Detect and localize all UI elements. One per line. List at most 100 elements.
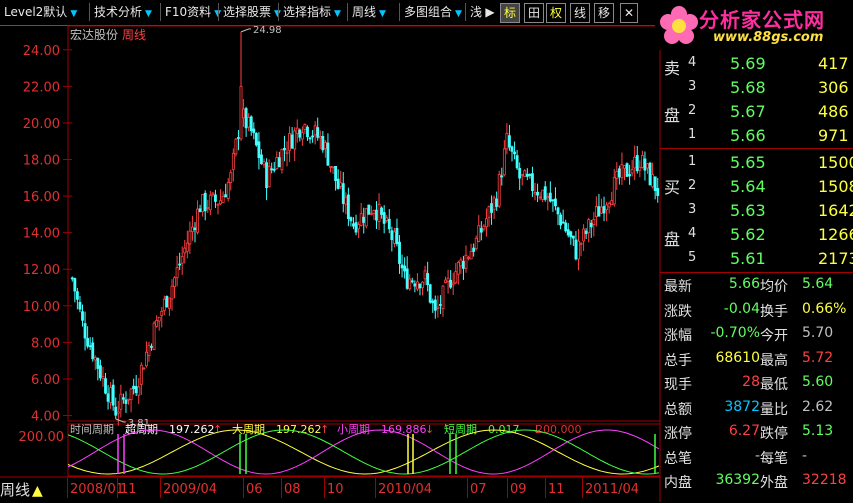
cycle-wave-minor [67, 429, 660, 475]
indicator-item-value: 197.262 [276, 423, 322, 436]
candle-body [260, 154, 263, 165]
candle-body [579, 242, 583, 245]
candle-body [290, 134, 294, 149]
candle-body [510, 146, 514, 152]
candle-body [262, 161, 266, 166]
candle-body [597, 206, 601, 217]
sell-volume: 417 [818, 54, 849, 73]
candle-body [216, 203, 220, 206]
candle-body [252, 128, 256, 133]
period-button[interactable]: 周线 ▲ [0, 478, 43, 502]
quote-row: 现手 28 最低 5.60 [660, 374, 853, 396]
candle-body [428, 284, 432, 303]
logo: 分析家公式网 www.88gs.com [655, 0, 853, 50]
candle-body [525, 173, 529, 177]
quote-label: 总手 [664, 352, 692, 369]
candle-body [185, 242, 189, 252]
candle-body [162, 298, 166, 311]
y-tick-label: 10.00 [23, 300, 60, 315]
candle-body [331, 166, 335, 169]
candle-body [364, 208, 368, 227]
candle-body [490, 203, 493, 213]
candle-body [336, 178, 340, 189]
candle-body [385, 217, 389, 221]
candle-body [474, 237, 478, 250]
quote-row: 涨停 6.27 跌停 5.13 [660, 423, 853, 445]
candle-body [410, 280, 414, 283]
candle-body [303, 124, 307, 130]
candle-body [449, 279, 453, 288]
quote-value: 5.60 [802, 374, 834, 390]
candle-body [83, 323, 87, 339]
candle-body [423, 270, 427, 280]
candle-body [283, 147, 286, 151]
candle-body [244, 108, 248, 129]
candle-body [464, 254, 468, 269]
candle-body [612, 177, 616, 205]
candle-body [405, 268, 409, 289]
candle-body [382, 212, 386, 224]
candle-body [479, 228, 483, 233]
candle-body [139, 364, 143, 385]
quote-row: 涨幅 -0.70% 今开 5.70 [660, 325, 853, 347]
x-tick-label: 07 [470, 482, 487, 497]
x-tick-label: 10 [327, 482, 344, 497]
candle-body [75, 291, 79, 300]
candle-body [541, 189, 545, 200]
candle-body [561, 221, 565, 224]
candle-body [625, 163, 629, 177]
quote-row: 总笔 - 每笔 - [660, 448, 853, 470]
quote-label: 总笔 [664, 450, 692, 467]
candle-body [265, 162, 268, 189]
candle-body [446, 277, 450, 283]
quote-value: 5.70 [802, 325, 834, 341]
indicator-item-value: 169.886 [381, 423, 427, 436]
quote-value: 6.27 [728, 423, 760, 439]
candle-body [160, 311, 164, 316]
low-marker-line [115, 418, 126, 423]
candle-body [249, 116, 253, 132]
candle-body [528, 174, 532, 176]
candle-body [566, 229, 570, 236]
indicator-item-value: 0.017 [488, 423, 520, 436]
quote-value: 68610 [715, 349, 760, 366]
candle-body [487, 206, 491, 218]
candle-body [275, 157, 279, 169]
candle-body [577, 240, 580, 260]
candle-body [101, 376, 105, 379]
quote-value: 2.62 [802, 398, 834, 415]
y-tick-label: 12.00 [23, 263, 60, 278]
candle-body [298, 129, 302, 138]
candle-body [638, 166, 642, 171]
candle-body [477, 225, 481, 242]
x-tick-label: 2011/04 [585, 482, 640, 497]
candle-body [551, 199, 555, 202]
sell-volume: 486 [818, 102, 849, 121]
candle-body [341, 183, 345, 204]
candle-body [505, 132, 509, 150]
candle-body [569, 231, 573, 238]
candle-body [203, 192, 207, 212]
x-tick-label: 11 [548, 482, 565, 497]
candle-body [231, 152, 235, 170]
candle-body [226, 182, 230, 199]
x-tick-label: 11 [120, 482, 137, 497]
candle-body [459, 259, 463, 267]
candle-body [546, 196, 550, 199]
candle-body [643, 158, 647, 171]
candle-body [602, 206, 606, 214]
quote-label: 今开 [760, 328, 788, 344]
candle-body [472, 247, 476, 252]
quote-label: 涨幅 [664, 328, 692, 344]
candle-body [211, 192, 215, 196]
candle-body [584, 230, 588, 234]
candle-body [390, 230, 394, 241]
quote-label: 现手 [664, 377, 692, 393]
candle-body [395, 227, 399, 245]
x-tick-label: 2010/04 [378, 482, 433, 497]
candle-body [280, 149, 284, 171]
candle-body [467, 256, 470, 259]
candle-body [206, 207, 210, 209]
x-tick-label: 09 [510, 482, 527, 497]
candle-body [436, 306, 440, 309]
